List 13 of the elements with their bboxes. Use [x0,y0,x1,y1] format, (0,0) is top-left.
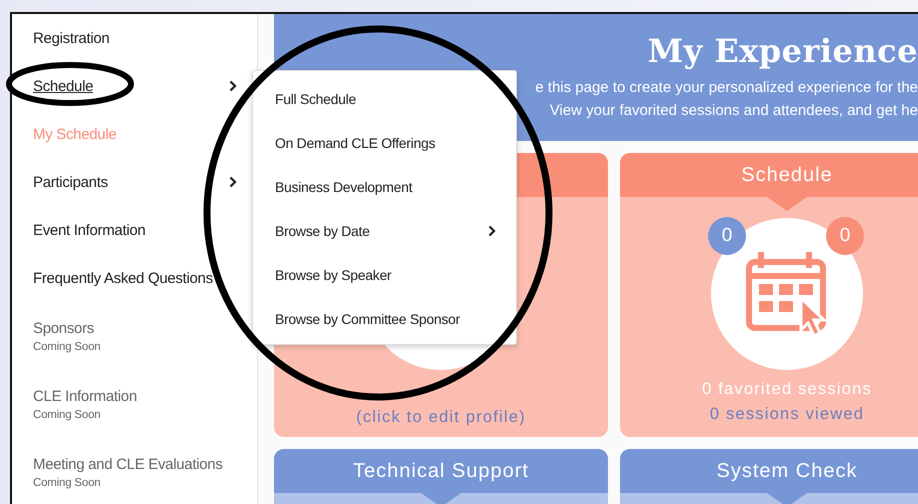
page-title: My Experience [648,32,918,70]
status-note: Coming Soon [33,476,102,488]
card-title: Schedule [741,164,833,186]
card-title: Technical Support [353,460,529,482]
intro-text: View your favorited sessions and attendees, and get he [550,101,918,121]
intro-text: e this page to create your personalized experience for the [535,78,918,98]
count-badge: 0 [708,217,746,255]
stat-text: 0 sessions viewed [710,405,864,424]
status-note: Coming Soon [33,340,100,352]
stat-text: 0 favorited sessions [702,380,872,399]
card-title: System Check [716,460,858,482]
count-badge: 0 [826,217,864,255]
status-note: Coming Soon [33,408,102,420]
